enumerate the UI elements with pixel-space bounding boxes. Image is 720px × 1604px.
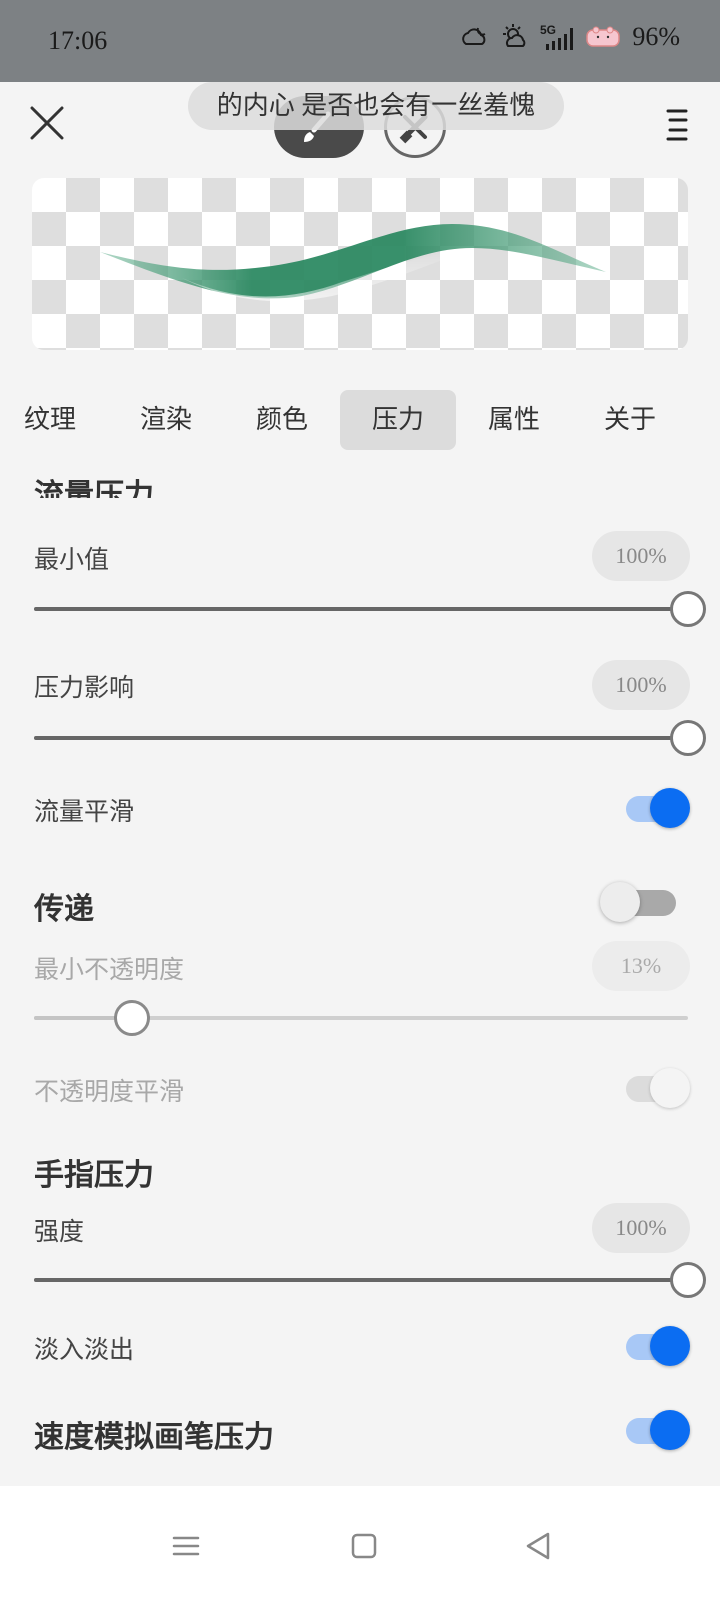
settings-tabs: 纹理 渲染 颜色 压力 属性 关于 [0, 390, 720, 450]
fade-toggle[interactable] [626, 1326, 690, 1366]
menu-icon[interactable] [664, 108, 690, 142]
battery-icon [586, 26, 621, 47]
flow-smoothing-toggle[interactable] [626, 788, 690, 828]
5g-signal-icon: 5G [540, 23, 574, 50]
toggle-thumb [600, 882, 640, 922]
brush-editor-header: 的内心 是否也会有一丝羞愧 [0, 82, 720, 174]
navigation-bar [0, 1486, 720, 1604]
tab-properties[interactable]: 属性 [456, 390, 572, 450]
velocity-pressure-label: 速度模拟画笔压力 [34, 1421, 274, 1454]
toggle-thumb [650, 788, 690, 828]
menu-nav-icon[interactable] [170, 1530, 202, 1562]
toggle-thumb [650, 1326, 690, 1366]
slider-fill [34, 736, 688, 740]
strength-label: 强度 [34, 1219, 85, 1246]
tab-texture[interactable]: 纹理 [0, 390, 108, 450]
tab-rendering[interactable]: 渲染 [108, 390, 224, 450]
battery-percent: 96% [632, 22, 680, 51]
finger-pressure-title: 手指压力 [34, 1159, 154, 1192]
home-icon[interactable] [348, 1530, 380, 1562]
opacity-smoothing-toggle[interactable] [626, 1068, 690, 1108]
strength-slider[interactable] [34, 1262, 706, 1298]
close-icon[interactable] [28, 104, 66, 142]
status-time: 17:06 [48, 26, 108, 55]
min-opacity-readout[interactable]: 13% [592, 941, 690, 991]
brush-preview [32, 178, 688, 350]
weather-icon [503, 24, 526, 47]
min-value-label: 最小值 [34, 547, 110, 574]
brush-stroke-preview [100, 224, 606, 302]
min-value-slider[interactable] [34, 591, 706, 627]
app-root: 17:06 5G 96% 的内心 是否也会有一丝羞愧 纹理 渲染 颜色 压力 属… [0, 0, 720, 1604]
fade-label: 淡入淡出 [34, 1337, 135, 1364]
tab-color[interactable]: 颜色 [224, 390, 340, 450]
pressure-effect-readout[interactable]: 100% [592, 660, 690, 710]
tab-pressure[interactable]: 压力 [340, 390, 456, 450]
strength-readout[interactable]: 100% [592, 1203, 690, 1253]
transfer-toggle[interactable] [600, 882, 676, 922]
opacity-smoothing-label: 不透明度平滑 [34, 1079, 185, 1106]
slider-fill [34, 607, 688, 611]
transfer-title: 传递 [34, 893, 94, 926]
toggle-thumb [650, 1410, 690, 1450]
tab-about[interactable]: 关于 [572, 390, 688, 450]
min-opacity-label: 最小不透明度 [34, 957, 185, 984]
slider-knob[interactable] [670, 591, 706, 627]
pressure-effect-slider[interactable] [34, 720, 706, 756]
status-bar: 17:06 5G 96% [0, 0, 720, 82]
min-opacity-slider[interactable] [34, 1000, 688, 1036]
slider-fill [34, 1278, 688, 1282]
min-value-readout[interactable]: 100% [592, 531, 690, 581]
slider-knob[interactable] [670, 720, 706, 756]
slider-knob[interactable] [670, 1262, 706, 1298]
velocity-pressure-toggle[interactable] [626, 1410, 690, 1450]
toast-message: 的内心 是否也会有一丝羞愧 [188, 82, 564, 130]
cloud-moon-icon [462, 27, 486, 45]
back-icon[interactable] [522, 1530, 554, 1562]
flow-smoothing-label: 流量平滑 [34, 799, 135, 826]
slider-knob[interactable] [114, 1000, 151, 1036]
network-label: 5G [540, 23, 556, 37]
flow-pressure-title: 流量压力 [34, 479, 154, 498]
toggle-thumb [650, 1068, 690, 1108]
pressure-effect-label: 压力影响 [34, 675, 135, 702]
status-icons: 5G 96% [460, 22, 680, 52]
